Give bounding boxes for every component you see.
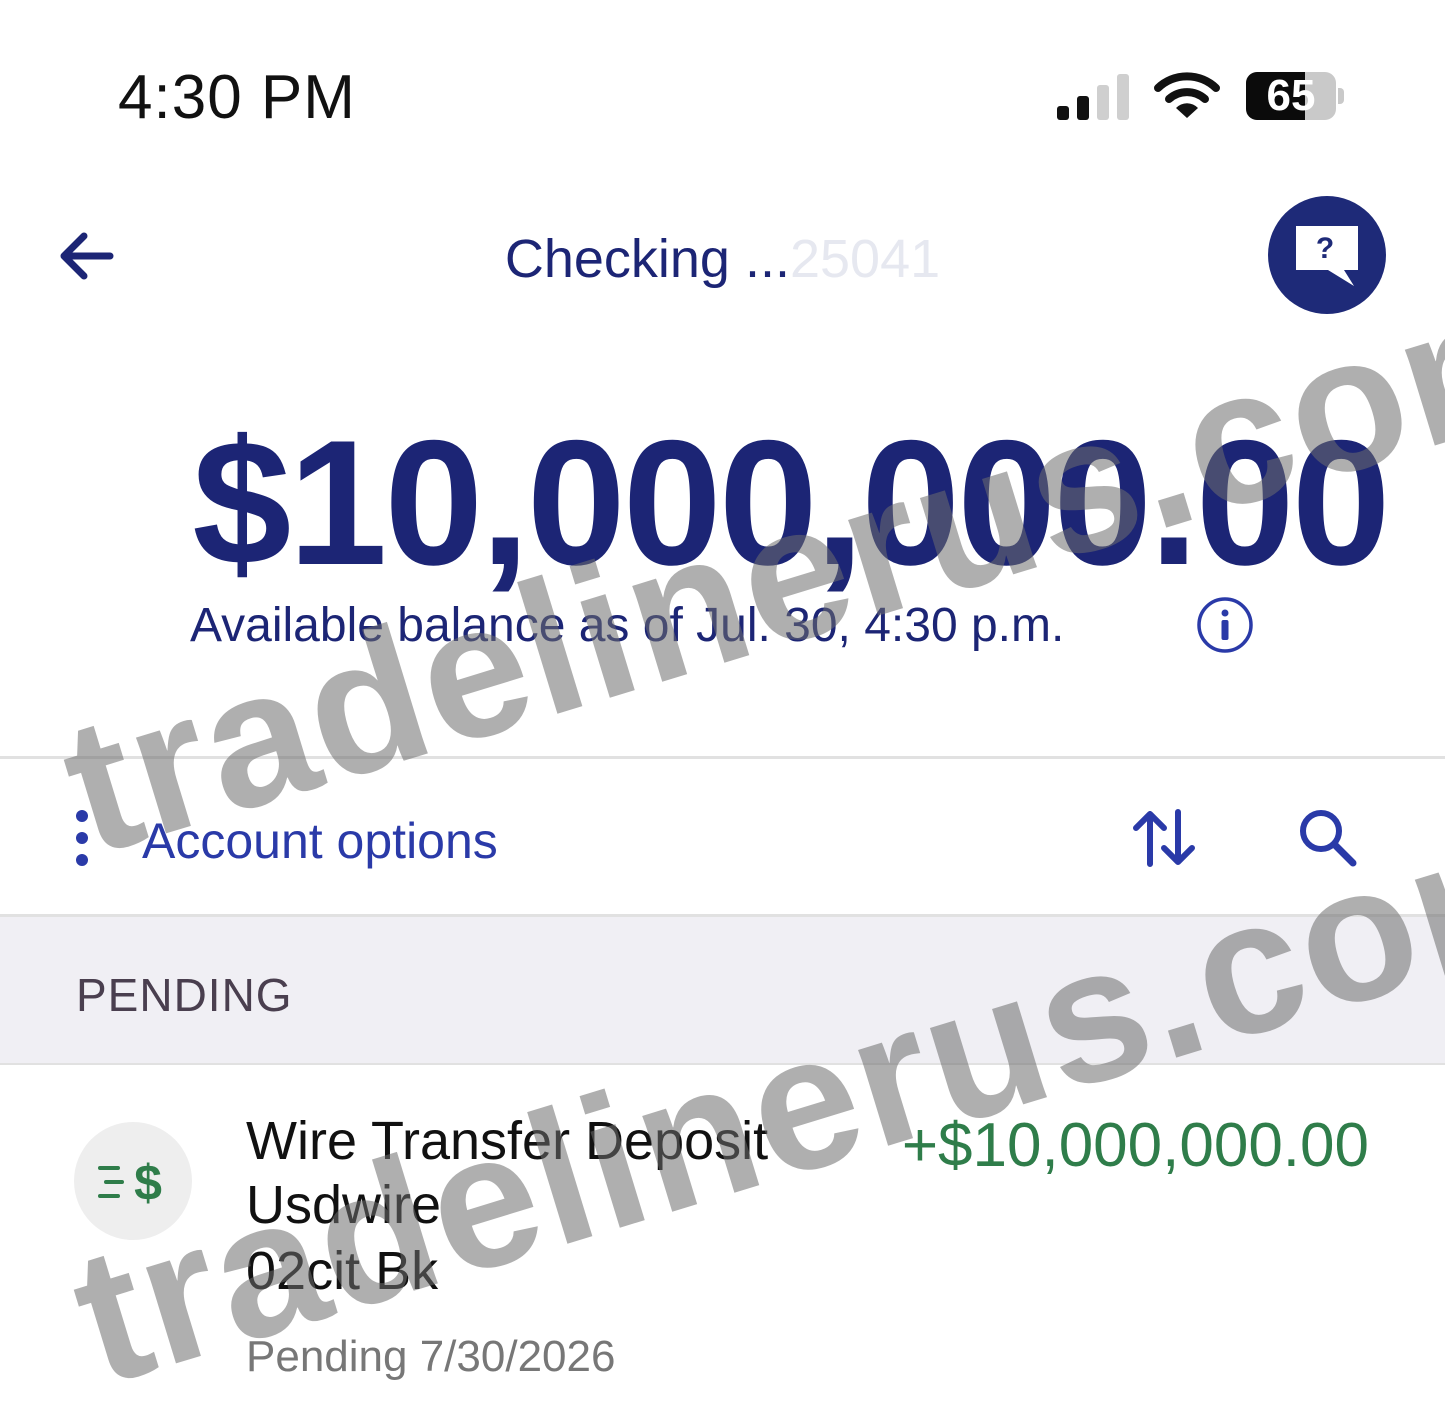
sort-button[interactable] [1132, 808, 1196, 868]
info-icon [1197, 597, 1253, 653]
help-chat-bubble-icon: ? [1296, 226, 1358, 286]
page-title: Checking ...25041 [0, 228, 1445, 290]
battery-icon: 65 [1246, 72, 1346, 122]
account-number-suffix: 25041 [789, 229, 941, 289]
svg-text:?: ? [1316, 232, 1334, 265]
cellular-signal-icon [1057, 74, 1131, 120]
battery-level: 65 [1266, 72, 1316, 120]
sort-arrows-icon [1133, 809, 1195, 867]
wifi-icon [1154, 70, 1220, 120]
account-name: Checking ... [504, 229, 790, 289]
info-button[interactable] [1196, 596, 1254, 654]
pending-label: PENDING [76, 969, 293, 1021]
status-time: 4:30 PM [118, 63, 356, 132]
